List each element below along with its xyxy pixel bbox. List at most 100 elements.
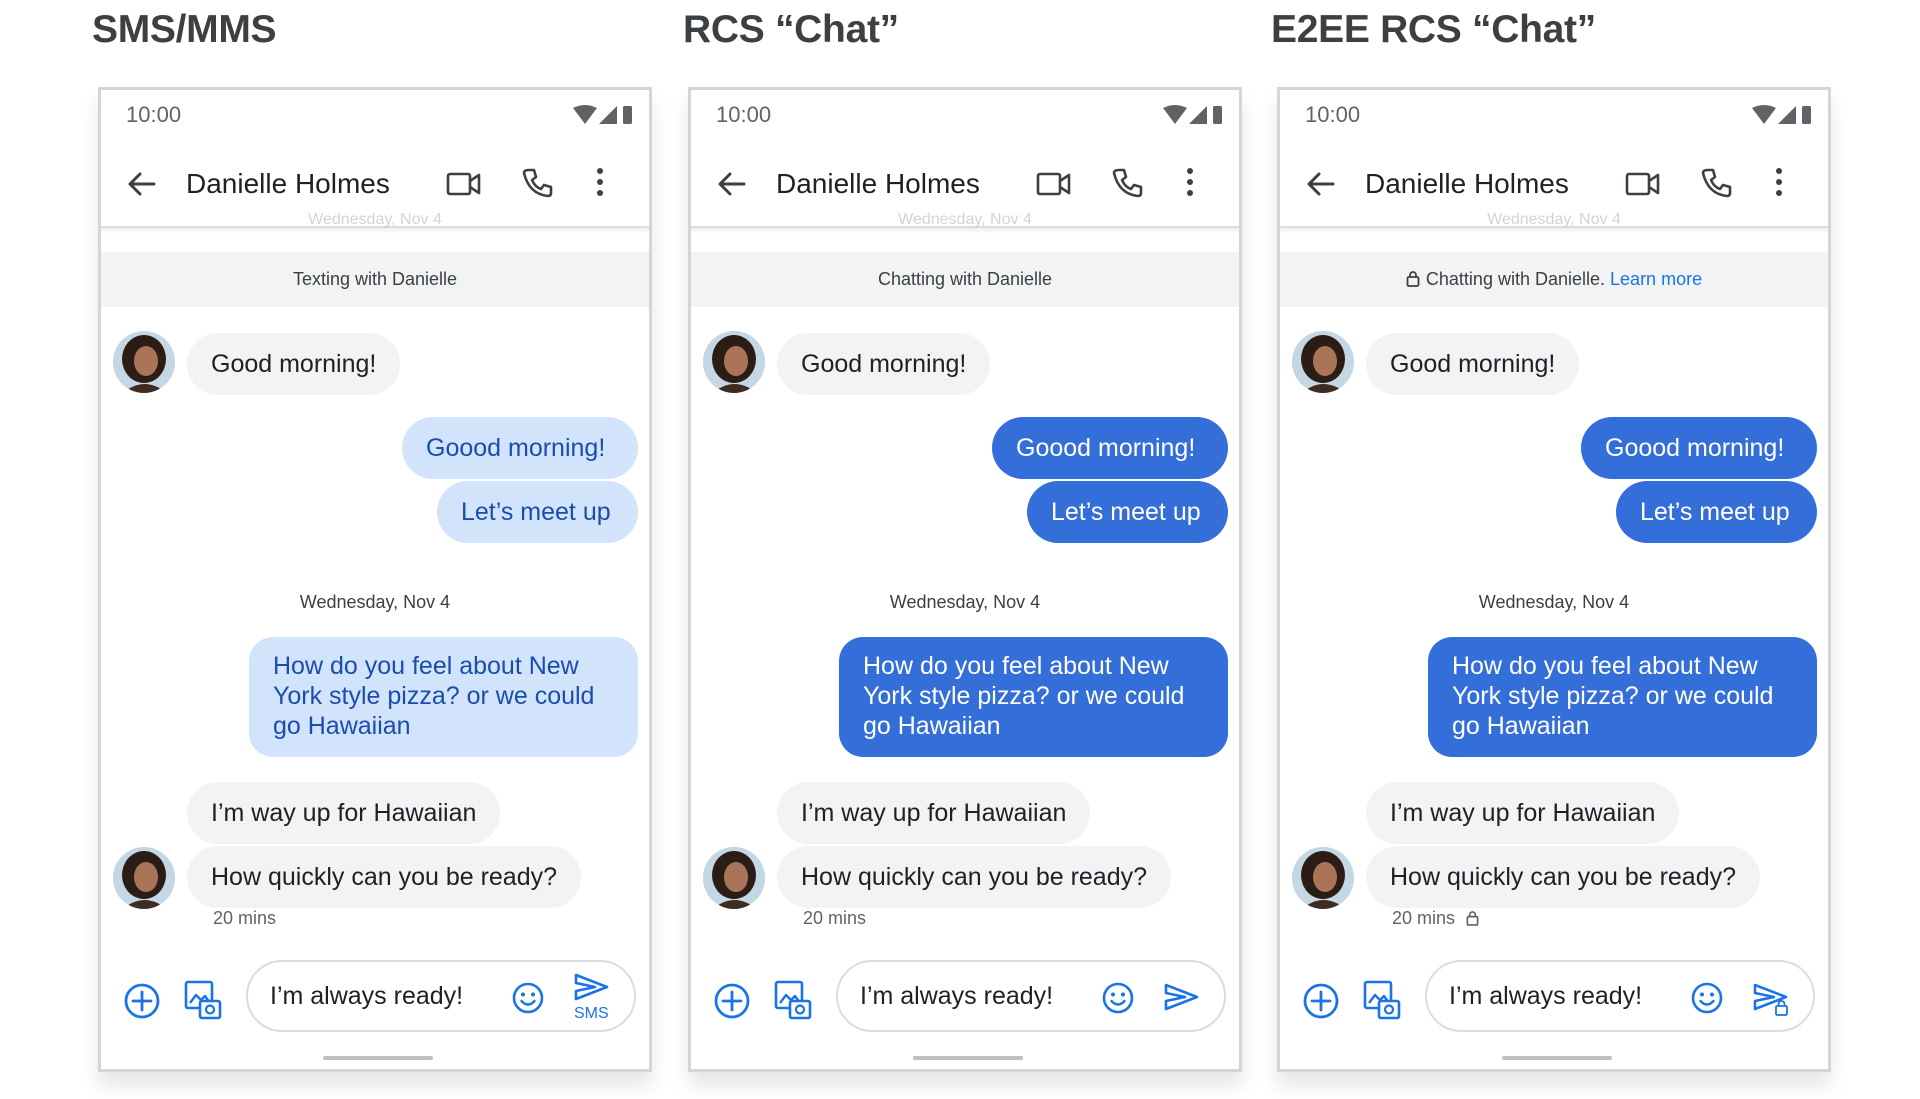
timestamp-text: 20 mins	[1392, 908, 1456, 928]
outgoing-message[interactable]: Goood morning!	[1581, 417, 1817, 479]
incoming-message[interactable]: I’m way up for Hawaiian	[777, 782, 1091, 844]
wifi-icon	[573, 105, 597, 124]
message-line: York style pizza? or we could	[273, 682, 595, 710]
phone-call-icon[interactable]	[1111, 167, 1143, 199]
message-line: go Hawaiian	[273, 712, 411, 740]
message-line: How do you feel about New	[273, 652, 579, 680]
battery-icon	[1213, 106, 1222, 124]
cellular-signal-icon	[599, 106, 617, 124]
wifi-icon	[1752, 105, 1776, 124]
avatar[interactable]	[113, 331, 175, 393]
incoming-message[interactable]: Good morning!	[1366, 333, 1580, 395]
avatar[interactable]	[1292, 847, 1354, 909]
cellular-signal-icon	[1778, 106, 1796, 124]
incoming-message[interactable]: Good morning!	[187, 333, 401, 395]
incoming-message[interactable]: I’m way up for Hawaiian	[1366, 782, 1680, 844]
contact-name[interactable]: Danielle Holmes	[776, 168, 980, 200]
banner-text: Texting with Danielle	[292, 269, 458, 289]
panel-title-sms: SMS/MMS	[92, 8, 277, 51]
compose-box[interactable]: I’m always ready!	[836, 960, 1226, 1032]
outgoing-message[interactable]: Let’s meet up	[1616, 481, 1817, 543]
outgoing-message[interactable]: How do you feel about New York style piz…	[839, 637, 1228, 757]
emoji-icon[interactable]	[1101, 981, 1135, 1015]
faded-date: Wednesday, Nov 4	[898, 211, 1032, 228]
sms-send-label: SMS	[574, 1005, 609, 1022]
banner-text: Chatting with Danielle.	[1425, 269, 1606, 289]
incoming-message[interactable]: How quickly can you be ready?	[187, 846, 582, 908]
avatar[interactable]	[1292, 331, 1354, 393]
emoji-icon[interactable]	[1690, 981, 1724, 1015]
status-icons	[1163, 104, 1223, 131]
home-indicator[interactable]	[323, 1056, 433, 1060]
date-separator: Wednesday, Nov 4	[1478, 592, 1630, 612]
cellular-signal-icon	[1189, 106, 1207, 124]
avatar[interactable]	[703, 847, 765, 909]
status-time: 10:00	[716, 102, 772, 127]
emoji-icon[interactable]	[511, 981, 545, 1015]
message-line: go Hawaiian	[863, 712, 1001, 740]
message-timestamp: 20 mins	[803, 908, 866, 929]
lock-icon	[1775, 1005, 1788, 1016]
phone-sms: 10:00 Danielle Holmes Wednesday, Nov 4 T…	[98, 87, 652, 1072]
panel-title-e2ee: E2EE RCS “Chat”	[1271, 8, 1596, 51]
phone-call-icon[interactable]	[1700, 167, 1732, 199]
outgoing-message[interactable]: Goood morning!	[402, 417, 638, 479]
outgoing-message[interactable]: Let’s meet up	[1027, 481, 1228, 543]
incoming-message[interactable]: Good morning!	[777, 333, 991, 395]
outgoing-message[interactable]: How do you feel about New York style piz…	[249, 637, 638, 757]
incoming-message[interactable]: How quickly can you be ready?	[777, 846, 1172, 908]
status-icons	[573, 104, 633, 131]
add-circle-icon[interactable]	[713, 982, 751, 1020]
gallery-icon[interactable]	[183, 979, 223, 1021]
faded-date: Wednesday, Nov 4	[308, 211, 442, 228]
contact-name[interactable]: Danielle Holmes	[186, 168, 390, 200]
compose-input[interactable]: I’m always ready!	[1449, 982, 1642, 1011]
home-indicator[interactable]	[913, 1056, 1023, 1060]
date-separator: Wednesday, Nov 4	[299, 592, 451, 612]
compose-input[interactable]: I’m always ready!	[270, 982, 463, 1011]
more-vert-icon[interactable]	[595, 167, 605, 197]
video-call-icon[interactable]	[1625, 169, 1661, 199]
incoming-message[interactable]: How quickly can you be ready?	[1366, 846, 1761, 908]
video-call-icon[interactable]	[446, 169, 482, 199]
compose-box[interactable]: I’m always ready! SMS	[246, 960, 636, 1032]
outgoing-message[interactable]: Goood morning!	[992, 417, 1228, 479]
home-indicator[interactable]	[1502, 1056, 1612, 1060]
add-circle-icon[interactable]	[123, 982, 161, 1020]
phone-call-icon[interactable]	[521, 167, 553, 199]
outgoing-message[interactable]: Let’s meet up	[437, 481, 638, 543]
video-call-icon[interactable]	[1036, 169, 1072, 199]
back-arrow-icon[interactable]	[716, 168, 748, 200]
chat-status-banner: Texting with Danielle	[101, 252, 649, 307]
back-arrow-icon[interactable]	[1305, 168, 1337, 200]
more-vert-icon[interactable]	[1185, 167, 1195, 197]
status-time: 10:00	[126, 102, 182, 127]
avatar[interactable]	[113, 847, 175, 909]
message-line: go Hawaiian	[1452, 712, 1590, 740]
chat-status-banner: Chatting with Danielle	[691, 252, 1239, 307]
gallery-icon[interactable]	[773, 979, 813, 1021]
outgoing-message[interactable]: How do you feel about New York style piz…	[1428, 637, 1817, 757]
send-icon[interactable]	[1163, 982, 1203, 1026]
message-line: How do you feel about New	[863, 652, 1169, 680]
learn-more-link[interactable]: Learn more	[1610, 269, 1702, 289]
compose-input[interactable]: I’m always ready!	[860, 982, 1053, 1011]
wifi-icon	[1163, 105, 1187, 124]
message-timestamp: 20 mins	[1392, 908, 1479, 929]
send-icon[interactable]	[1752, 982, 1792, 1026]
avatar[interactable]	[703, 331, 765, 393]
add-circle-icon[interactable]	[1302, 982, 1340, 1020]
more-vert-icon[interactable]	[1774, 167, 1784, 197]
timestamp-text: 20 mins	[213, 908, 277, 928]
contact-name[interactable]: Danielle Holmes	[1365, 168, 1569, 200]
message-line: How do you feel about New	[1452, 652, 1758, 680]
incoming-message[interactable]: I’m way up for Hawaiian	[187, 782, 501, 844]
lock-icon	[1406, 271, 1420, 287]
gallery-icon[interactable]	[1362, 979, 1402, 1021]
banner-text: Chatting with Danielle	[877, 269, 1053, 289]
back-arrow-icon[interactable]	[126, 168, 158, 200]
battery-icon	[1802, 106, 1811, 124]
panel-title-rcs: RCS “Chat”	[683, 8, 899, 51]
phone-e2ee: 10:00 Danielle Holmes Wednesday, Nov 4 C…	[1277, 87, 1831, 1072]
compose-box[interactable]: I’m always ready!	[1425, 960, 1815, 1032]
